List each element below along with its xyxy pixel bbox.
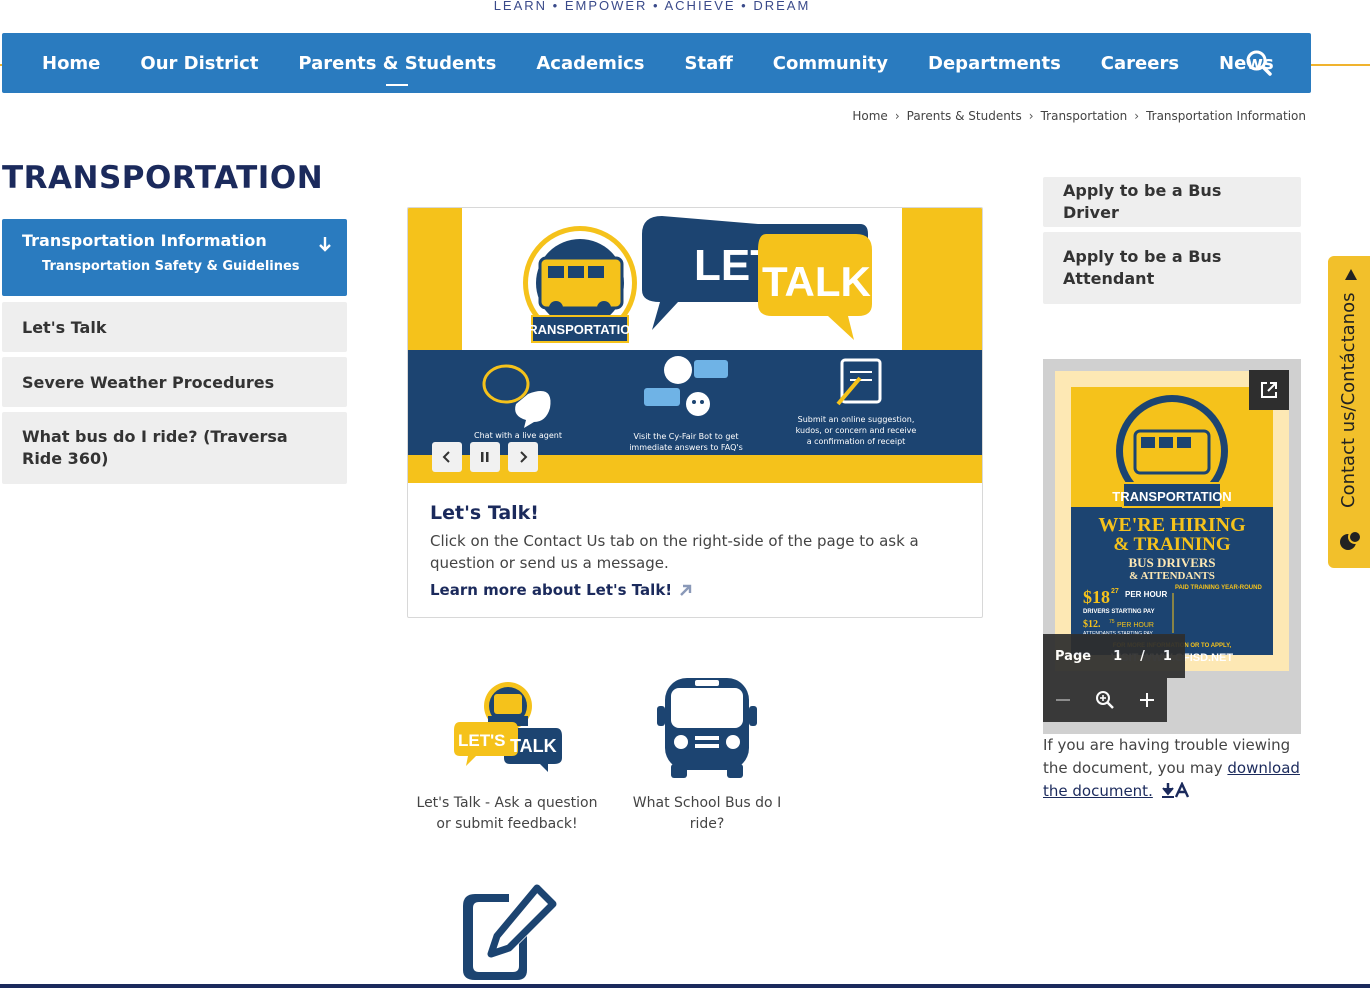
nav-departments[interactable]: Departments: [908, 53, 1081, 74]
feature-carousel: TRANSPORTATION LET'S TALK Chat with a li…: [407, 207, 983, 618]
quicklink-what-bus[interactable]: What School Bus do I ride?: [607, 676, 807, 835]
nav-community[interactable]: Community: [753, 53, 908, 74]
svg-text:TRANSPORTATION: TRANSPORTATION: [1112, 489, 1231, 504]
svg-text:& ATTENDANTS: & ATTENDANTS: [1129, 570, 1215, 582]
carousel-caption-text: Click on the Contact Us tab on the right…: [430, 532, 919, 572]
svg-text:27: 27: [1111, 588, 1119, 595]
pdf-page-indicator: Page 1 / 1: [1043, 634, 1185, 678]
download-icon[interactable]: [1161, 781, 1190, 798]
edit-document-icon[interactable]: [455, 884, 559, 982]
chevron-right-icon: ›: [1134, 109, 1140, 123]
footer-edge: [0, 984, 1370, 988]
svg-text:BUS DRIVERS: BUS DRIVERS: [1128, 555, 1215, 570]
svg-text:a confirmation of receipt: a confirmation of receipt: [807, 437, 906, 446]
quicklink-lets-talk[interactable]: LET'S TALK Let's Talk - Ask a question o…: [407, 680, 607, 835]
svg-text:PER HOUR: PER HOUR: [1125, 590, 1167, 599]
nav-careers[interactable]: Careers: [1081, 53, 1199, 74]
pdf-viewer[interactable]: TRANSPORTATION WE'RE HIRING & TRAINING B…: [1043, 359, 1301, 734]
chevron-right-icon: ›: [894, 109, 900, 123]
svg-text:& TRAINING: & TRAINING: [1113, 534, 1231, 555]
learn-more-link-label[interactable]: Learn more about Let's Talk!: [430, 581, 672, 599]
sidebar-item-severe-weather[interactable]: Severe Weather Procedures: [2, 357, 347, 407]
page-label: Page: [1055, 648, 1092, 664]
contact-us-label[interactable]: Contact us/Contáctanos: [1338, 293, 1359, 508]
svg-text:TRANSPORTATION: TRANSPORTATION: [520, 322, 639, 337]
breadcrumb-current: Transportation Information: [1146, 109, 1306, 123]
external-arrow-icon: [680, 584, 692, 596]
page-total: 1: [1162, 648, 1172, 664]
svg-text:PER HOUR: PER HOUR: [1117, 622, 1154, 629]
zoom-in-icon[interactable]: [1138, 691, 1156, 709]
search-icon[interactable]: [1245, 49, 1273, 77]
breadcrumb: Home › Parents & Students › Transportati…: [852, 109, 1306, 123]
quicklink-what-bus-label-line2[interactable]: ride?: [607, 814, 807, 835]
zoom-out-icon[interactable]: [1054, 691, 1072, 709]
nav-parents-students[interactable]: Parents & Students: [278, 53, 516, 86]
apply-bus-driver-button[interactable]: Apply to be a Bus Driver: [1043, 177, 1301, 227]
svg-text:TALK: TALK: [762, 258, 871, 305]
zoom-icon[interactable]: [1095, 690, 1115, 710]
carousel-caption-title: Let's Talk!: [430, 502, 539, 524]
svg-text:immediate answers to FAQ's: immediate answers to FAQ's: [629, 443, 743, 452]
chat-icon: [1340, 530, 1362, 550]
quicklink-lets-talk-label-line2[interactable]: or submit feedback!: [407, 814, 607, 835]
carousel-prev-button[interactable]: [432, 442, 462, 472]
chevron-right-icon: [520, 451, 528, 463]
svg-text:Submit an online suggestion,: Submit an online suggestion,: [798, 415, 915, 424]
open-external-button[interactable]: [1249, 370, 1289, 410]
learn-more-link[interactable]: Learn more about Let's Talk!: [430, 581, 694, 599]
nav-home[interactable]: Home: [22, 53, 120, 74]
document-help-note: If you are having trouble viewing the do…: [1043, 734, 1305, 803]
svg-text:Visit the Cy-Fair Bot to get: Visit the Cy-Fair Bot to get: [634, 432, 739, 441]
chevron-right-icon: ›: [1028, 109, 1034, 123]
section-sidebar: Transportation Information Transportatio…: [2, 219, 347, 489]
arrow-down-icon[interactable]: [317, 235, 333, 253]
nav-academics[interactable]: Academics: [516, 53, 664, 74]
page-separator: /: [1140, 648, 1145, 664]
nav-accent-line: [1310, 64, 1370, 66]
quicklink-what-bus-label-line1[interactable]: What School Bus do I: [607, 793, 807, 814]
page-current-input[interactable]: 1: [1113, 649, 1122, 664]
sidebar-item-lets-talk[interactable]: Let's Talk: [2, 302, 347, 352]
sidebar-item-transportation-information[interactable]: Transportation Information Transportatio…: [2, 219, 347, 296]
svg-text:WE'RE HIRING: WE'RE HIRING: [1098, 514, 1246, 536]
sidebar-item-what-bus[interactable]: What bus do I ride? (Traversa Ride 360): [2, 412, 347, 484]
svg-text:TALK: TALK: [510, 736, 557, 756]
chevron-left-icon: [442, 451, 450, 463]
nav-staff[interactable]: Staff: [665, 53, 753, 74]
sidebar-subitem-safety-guidelines[interactable]: Transportation Safety & Guidelines: [22, 259, 327, 274]
sidebar-item-label[interactable]: Transportation Information: [22, 231, 327, 250]
breadcrumb-transportation[interactable]: Transportation: [1041, 109, 1128, 123]
contact-us-tab[interactable]: Contact us/Contáctanos: [1328, 256, 1370, 568]
svg-text:PAID TRAINING YEAR-ROUND: PAID TRAINING YEAR-ROUND: [1175, 585, 1262, 591]
svg-text:kudos, or concern and receive: kudos, or concern and receive: [796, 426, 917, 435]
pdf-zoom-controls: [1043, 678, 1167, 722]
svg-text:$12.: $12.: [1083, 619, 1101, 630]
page-title: TRANSPORTATION: [2, 160, 324, 196]
breadcrumb-home[interactable]: Home: [852, 109, 887, 123]
svg-text:75: 75: [1109, 619, 1115, 625]
district-tagline: LEARN • EMPOWER • ACHIEVE • DREAM: [493, 0, 811, 13]
open-external-icon: [1261, 382, 1277, 398]
quicklink-feedback-form[interactable]: [407, 884, 607, 988]
hiring-flyer-page: TRANSPORTATION WE'RE HIRING & TRAINING B…: [1055, 371, 1289, 671]
nav-our-district[interactable]: Our District: [120, 53, 278, 74]
breadcrumb-parents-students[interactable]: Parents & Students: [907, 109, 1022, 123]
triangle-up-icon: [1345, 269, 1357, 280]
quicklink-lets-talk-label-line1[interactable]: Let's Talk - Ask a question: [407, 793, 607, 814]
carousel-pause-button[interactable]: [470, 442, 500, 472]
school-bus-icon[interactable]: [657, 676, 757, 780]
carousel-next-button[interactable]: [508, 442, 538, 472]
svg-text:DRIVERS STARTING PAY: DRIVERS STARTING PAY: [1083, 609, 1155, 615]
apply-bus-attendant-button[interactable]: Apply to be a Bus Attendant: [1043, 232, 1301, 304]
main-navigation: Home Our District Parents & Students Aca…: [2, 33, 1311, 93]
svg-text:LET'S: LET'S: [458, 731, 506, 750]
pause-icon: [481, 452, 489, 462]
svg-text:Chat with a live agent: Chat with a live agent: [474, 431, 562, 440]
svg-text:$18: $18: [1083, 587, 1110, 607]
lets-talk-icon[interactable]: LET'S TALK: [452, 680, 562, 776]
